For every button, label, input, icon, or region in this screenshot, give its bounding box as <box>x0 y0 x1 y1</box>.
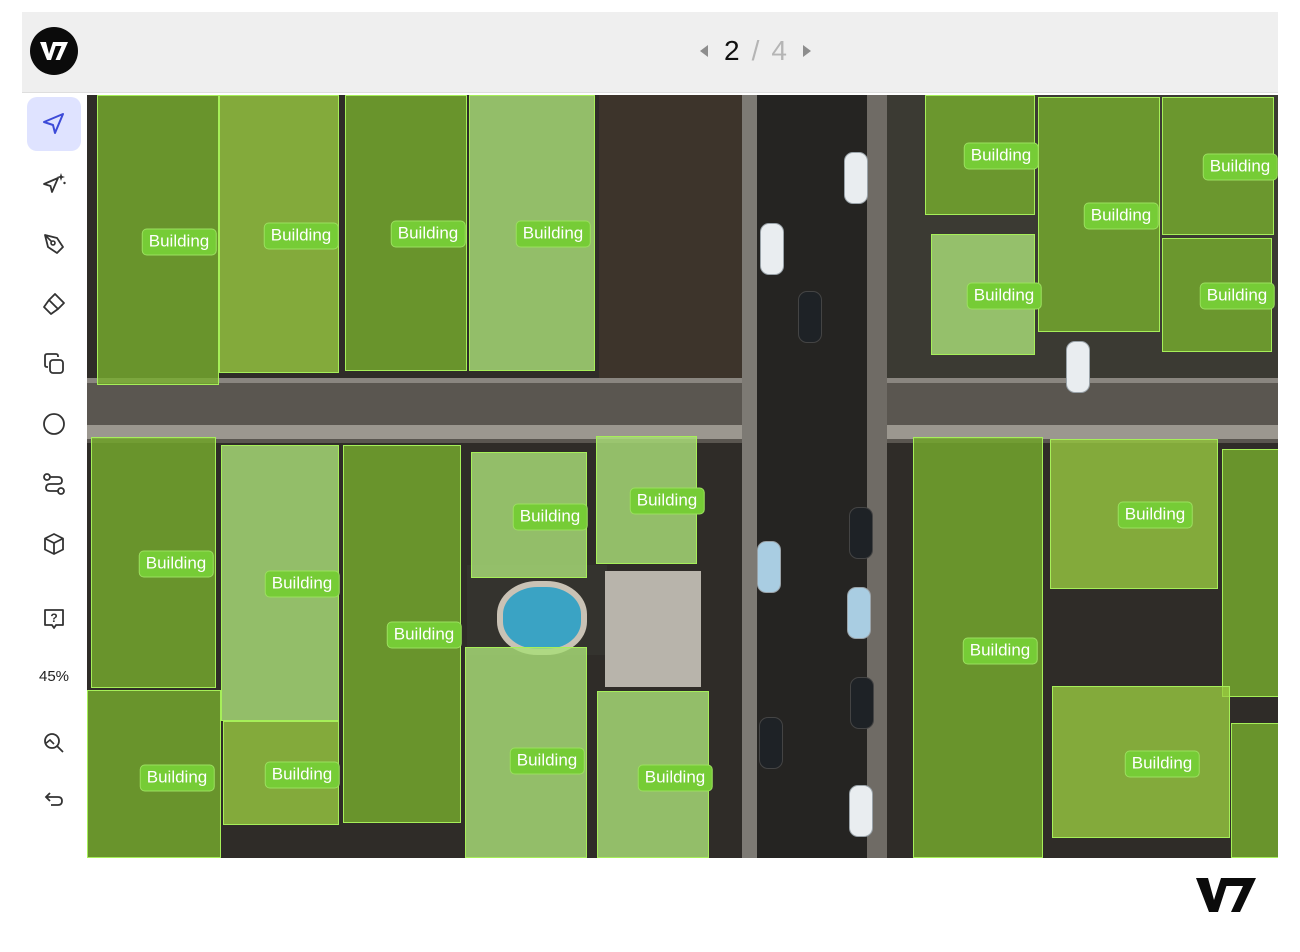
pointer-icon <box>43 113 64 134</box>
current-page-number: 2 <box>724 35 740 66</box>
image-pager: 2 / 4 <box>696 34 815 68</box>
auto-annotate-tool-button[interactable] <box>27 157 81 211</box>
building-label: Building <box>515 220 591 248</box>
zoom-level[interactable]: 45% <box>22 668 86 685</box>
parked-car <box>849 507 873 559</box>
pen-nib-icon <box>44 234 64 254</box>
parked-car <box>759 717 783 769</box>
cuboid-tool-button[interactable] <box>27 517 81 571</box>
question-icon: ? <box>44 609 64 629</box>
undo-button[interactable] <box>27 772 81 826</box>
building-label: Building <box>1117 501 1193 529</box>
select-tool-button[interactable] <box>27 97 81 151</box>
annotation-app: 2 / 4 ? 45% Building Building Building B… <box>22 12 1278 858</box>
image-canvas[interactable]: Building Building Building Building Buil… <box>87 95 1278 858</box>
building-label: Building <box>263 222 339 250</box>
building-label: Building <box>386 621 462 649</box>
parked-car <box>850 677 874 729</box>
building-label: Building <box>139 764 215 792</box>
building-annotation[interactable] <box>1231 723 1278 858</box>
building-label: Building <box>1202 153 1278 181</box>
building-label: Building <box>512 503 588 531</box>
parked-car <box>1066 341 1090 393</box>
caret-left-icon <box>700 45 708 57</box>
cube-icon <box>44 533 64 555</box>
undo-icon <box>44 792 63 806</box>
building-label: Building <box>509 747 585 775</box>
zoom-fit-icon <box>44 733 64 753</box>
building-label: Building <box>390 220 466 248</box>
patio <box>605 571 701 687</box>
building-label: Building <box>264 761 340 789</box>
building-annotation[interactable] <box>1222 449 1278 697</box>
swimming-pool <box>497 581 587 655</box>
building-label: Building <box>138 550 214 578</box>
next-image-button[interactable] <box>799 43 815 59</box>
parked-car <box>849 785 873 837</box>
zoom-reset-button[interactable] <box>27 716 81 770</box>
building-label: Building <box>637 764 713 792</box>
sidewalk <box>867 95 887 858</box>
help-tool-button[interactable]: ? <box>27 592 81 646</box>
building-label: Building <box>264 570 340 598</box>
building-label: Building <box>966 282 1042 310</box>
dirt-lot <box>599 95 745 395</box>
v7-logo-icon <box>40 42 68 60</box>
building-label: Building <box>141 228 217 256</box>
top-bar: 2 / 4 <box>22 12 1278 93</box>
previous-image-button[interactable] <box>696 43 712 59</box>
v7-brand-logo <box>1196 878 1256 912</box>
copy-icon <box>44 353 64 374</box>
clone-tool-button[interactable] <box>27 337 81 391</box>
brush-icon <box>43 293 65 315</box>
parked-car <box>844 152 868 204</box>
pen-tool-button[interactable] <box>27 217 81 271</box>
building-label: Building <box>962 637 1038 665</box>
brush-tool-button[interactable] <box>27 277 81 331</box>
sparkle-pointer-icon <box>43 173 66 193</box>
v7-logo-badge[interactable] <box>30 27 78 75</box>
building-label: Building <box>963 142 1039 170</box>
tool-sidebar: ? 45% <box>22 94 86 858</box>
caret-right-icon <box>802 45 811 57</box>
sidewalk <box>742 95 758 858</box>
total-page-count: 4 <box>771 35 787 66</box>
parked-car <box>798 291 822 343</box>
circle-icon <box>43 413 65 435</box>
parked-car <box>757 541 781 593</box>
svg-text:?: ? <box>50 611 57 625</box>
building-label: Building <box>1083 202 1159 230</box>
path-icon <box>43 473 65 495</box>
polyline-tool-button[interactable] <box>27 457 81 511</box>
building-label: Building <box>629 487 705 515</box>
building-label: Building <box>1124 750 1200 778</box>
parked-car <box>760 223 784 275</box>
building-label: Building <box>1199 282 1275 310</box>
parked-car <box>847 587 871 639</box>
ellipse-tool-button[interactable] <box>27 397 81 451</box>
page-separator: / <box>751 35 760 66</box>
